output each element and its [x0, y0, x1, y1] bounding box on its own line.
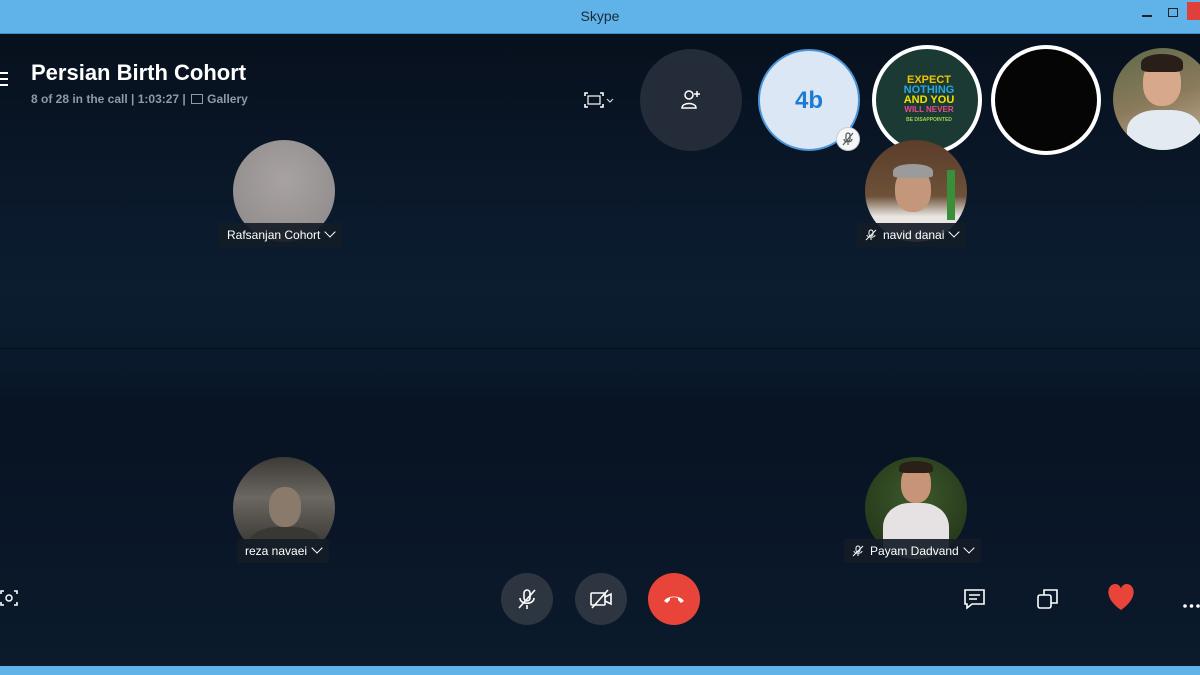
react-button[interactable]	[1104, 582, 1138, 617]
participant-name-tag[interactable]: Payam Dadvand	[844, 539, 981, 563]
thumb-initials: 4b	[794, 87, 823, 114]
switch-view-button[interactable]	[1036, 587, 1060, 616]
add-people-button[interactable]	[640, 49, 742, 151]
call-status: 8 of 28 in the call | 1:03:27 | Gallery	[31, 92, 248, 106]
mic-off-icon	[865, 225, 877, 249]
end-call-icon	[664, 596, 684, 603]
screen-share-button[interactable]	[582, 90, 616, 110]
snapshot-button[interactable]	[0, 588, 20, 613]
chevron-down-icon	[948, 226, 961, 238]
gallery-divider	[0, 348, 1200, 349]
poster-line: BE DISAPPOINTED	[906, 117, 952, 123]
switch-view-icon	[1037, 589, 1058, 609]
more-options-button[interactable]	[1183, 596, 1200, 614]
more-icon	[1183, 604, 1200, 608]
flag	[947, 170, 955, 220]
avatar-hair	[899, 461, 933, 473]
end-call-button[interactable]	[648, 573, 700, 625]
avatar-hair	[1141, 54, 1183, 72]
close-button[interactable]	[1187, 2, 1200, 20]
chat-icon	[964, 589, 985, 610]
camera-icon	[0, 590, 18, 606]
expect-poster: EXPECT NOTHING AND YOU WILL NEVER BE DIS…	[894, 75, 964, 125]
avatar-hair	[893, 164, 933, 178]
window-bottom-border	[0, 666, 1200, 675]
window-title: Skype	[580, 8, 620, 24]
hamburger-icon[interactable]	[0, 72, 8, 90]
gallery-view-label[interactable]: Gallery	[207, 92, 248, 106]
video-toggle-button[interactable]	[575, 573, 627, 625]
participant-name-tag[interactable]: navid danai	[857, 223, 967, 249]
chevron-down-icon	[963, 542, 975, 554]
participant-name: reza navaei	[245, 544, 308, 558]
chevron-down-icon	[311, 542, 323, 554]
participant-name-tag[interactable]: Rafsanjan Cohort	[219, 223, 343, 247]
poster-line: WILL NEVER	[904, 105, 954, 114]
participant-name: navid danai	[883, 228, 945, 242]
call-status-text: 8 of 28 in the call | 1:03:27 |	[31, 92, 186, 106]
participant-name: Payam Dadvand	[870, 544, 959, 558]
participant-name-tag[interactable]: reza navaei	[237, 539, 330, 563]
avatar-face	[269, 487, 301, 527]
participant-thumb-photo[interactable]	[1113, 48, 1200, 150]
participant-name: Rafsanjan Cohort	[227, 228, 321, 242]
avatar-shirt	[1127, 110, 1200, 150]
chevron-down-icon	[324, 226, 337, 238]
gallery-icon	[191, 94, 204, 104]
participant-thumb-expect[interactable]: EXPECT NOTHING AND YOU WILL NEVER BE DIS…	[872, 45, 982, 155]
heart-icon	[1108, 583, 1134, 610]
poster-line: AND YOU	[903, 94, 955, 106]
mic-off-badge-icon	[836, 127, 860, 151]
window-titlebar: Skype	[0, 0, 1200, 34]
add-person-icon	[681, 90, 700, 109]
screen-icon	[584, 92, 614, 108]
mic-off-icon	[852, 541, 864, 565]
mute-button[interactable]	[501, 573, 553, 625]
video-off-icon	[590, 589, 612, 609]
maximize-button[interactable]	[1165, 6, 1183, 20]
chat-button[interactable]	[963, 587, 987, 616]
participant-thumb-black[interactable]	[991, 45, 1101, 155]
call-title: Persian Birth Cohort	[31, 60, 247, 85]
minimize-button[interactable]	[1139, 6, 1157, 20]
mic-off-icon	[518, 589, 536, 609]
